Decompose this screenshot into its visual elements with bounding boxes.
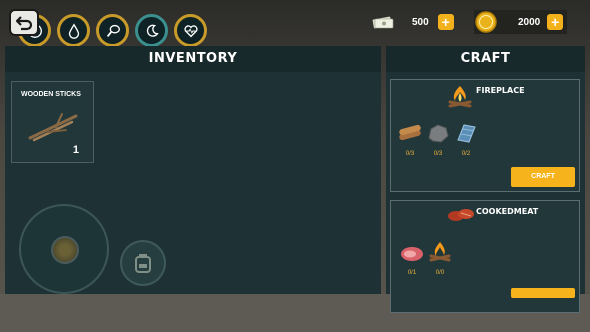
ingredient: 0/2 bbox=[453, 122, 479, 157]
moon-icon bbox=[146, 24, 159, 37]
cooked-meat-icon bbox=[448, 209, 474, 221]
ingredient-count: 0/3 bbox=[405, 151, 415, 157]
thirst-stat bbox=[57, 14, 90, 47]
wood-log-icon bbox=[399, 124, 421, 141]
craft-button[interactable] bbox=[511, 288, 575, 298]
recipe-name: COOKEDMEAT bbox=[476, 207, 539, 216]
joystick-knob[interactable] bbox=[51, 236, 79, 264]
top-hud: 500 + 2000 + bbox=[0, 0, 590, 47]
ingredient: 0/1 bbox=[399, 245, 425, 276]
ingredient-count: 0/0 bbox=[435, 270, 445, 276]
item-name: WOODEN STICKS bbox=[21, 91, 81, 98]
ingredient: 0/0 bbox=[427, 241, 453, 276]
inventory-slot[interactable]: WOODEN STICKS 1 bbox=[11, 81, 94, 163]
ingredient-count: 0/3 bbox=[433, 151, 443, 157]
hunger-stat bbox=[96, 14, 129, 47]
item-quantity: 1 bbox=[72, 144, 79, 156]
fireplace-icon bbox=[448, 86, 472, 108]
add-cash-button[interactable]: + bbox=[437, 14, 454, 30]
cash-icon bbox=[372, 16, 394, 29]
wooden-sticks-icon bbox=[28, 113, 78, 142]
gold-coin-icon bbox=[475, 11, 497, 33]
backpack-button[interactable] bbox=[120, 240, 166, 286]
ingredient-count: 0/1 bbox=[407, 270, 417, 276]
craft-panel: CRAFT FIREPLACE 0/3 0/3 0/2 CRAFT COOKED… bbox=[386, 46, 585, 313]
survival-stats bbox=[18, 14, 207, 47]
cloth-icon bbox=[457, 124, 476, 143]
add-coins-button[interactable]: + bbox=[547, 14, 564, 30]
drumstick-icon bbox=[106, 24, 120, 37]
back-button[interactable] bbox=[9, 9, 39, 36]
back-arrow-icon bbox=[15, 15, 33, 30]
coin-counter: 2000 + bbox=[474, 10, 568, 34]
sleep-stat bbox=[135, 14, 168, 47]
recipe-card-fireplace: FIREPLACE 0/3 0/3 0/2 CRAFT bbox=[390, 79, 580, 192]
cash-counter: 500 + bbox=[372, 12, 454, 32]
coin-amount: 2000 bbox=[518, 16, 541, 28]
craft-button[interactable]: CRAFT bbox=[511, 167, 575, 187]
ingredient: 0/3 bbox=[397, 122, 423, 157]
fireplace-icon bbox=[429, 242, 451, 262]
raw-meat-icon bbox=[401, 247, 423, 261]
heart-rate-icon bbox=[183, 24, 198, 37]
water-drop-icon bbox=[68, 22, 79, 39]
backpack-icon bbox=[135, 254, 151, 273]
ingredient: 0/3 bbox=[425, 122, 451, 157]
recipe-name: FIREPLACE bbox=[476, 86, 525, 95]
movement-joystick[interactable] bbox=[19, 204, 109, 294]
ingredient-count: 0/2 bbox=[461, 151, 471, 157]
craft-title: CRAFT bbox=[386, 46, 585, 72]
recipe-card-cookedmeat: COOKEDMEAT 0/1 0/0 bbox=[390, 200, 580, 313]
inventory-title: INVENTORY bbox=[5, 46, 381, 72]
stone-icon bbox=[428, 124, 449, 143]
cash-amount: 500 bbox=[412, 16, 429, 28]
heart-stat bbox=[174, 14, 207, 47]
